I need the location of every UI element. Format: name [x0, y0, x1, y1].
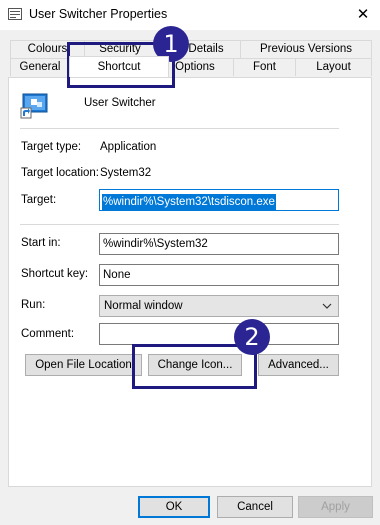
callout-box-2 — [132, 344, 257, 389]
tab-label: Details — [188, 43, 224, 55]
tab-layout[interactable]: Layout — [295, 58, 372, 76]
target-type-value: Application — [100, 141, 157, 153]
run-label: Run: — [21, 299, 46, 311]
open-file-location-button[interactable]: Open File Location — [25, 354, 142, 376]
shortcut-key-label: Shortcut key: — [21, 268, 89, 280]
target-value-selected: %windir%\System32\tsdiscon.exe — [102, 194, 276, 210]
target-location-value: System32 — [100, 167, 152, 179]
shortcut-name: User Switcher — [84, 97, 156, 109]
tab-label: Layout — [316, 61, 351, 73]
run-selected-value: Normal window — [104, 300, 183, 312]
properties-icon — [8, 8, 22, 20]
advanced-button[interactable]: Advanced... — [258, 354, 339, 376]
tab-label: Previous Versions — [259, 43, 353, 55]
callout-number-2: 2 — [234, 319, 270, 355]
tab-label: Options — [175, 61, 215, 73]
app-shortcut-icon — [20, 93, 48, 119]
tab-general[interactable]: General — [10, 58, 70, 76]
start-in-field[interactable]: %windir%\System32 — [99, 233, 339, 255]
comment-field[interactable] — [99, 323, 339, 345]
tab-previous-versions[interactable]: Previous Versions — [240, 40, 372, 58]
comment-label: Comment: — [21, 328, 75, 340]
divider — [20, 224, 339, 225]
tab-options[interactable]: Options — [168, 58, 234, 76]
target-field[interactable]: %windir%\System32\tsdiscon.exe — [99, 189, 339, 211]
target-location-label: Target location: — [21, 167, 99, 179]
tab-label: Shortcut — [97, 61, 141, 73]
close-icon[interactable]: ✕ — [352, 4, 374, 26]
target-label: Target: — [21, 194, 57, 206]
ok-button[interactable]: OK — [138, 496, 210, 518]
tab-label: Font — [252, 61, 276, 73]
tab-label: General — [19, 61, 61, 73]
apply-button[interactable]: Apply — [298, 496, 373, 518]
start-in-label: Start in: — [21, 237, 61, 249]
shortcut-key-field[interactable]: None — [99, 264, 339, 286]
cancel-button[interactable]: Cancel — [217, 496, 293, 518]
divider — [20, 128, 339, 129]
tab-font[interactable]: Font — [233, 58, 296, 76]
window-title: User Switcher Properties — [29, 7, 168, 21]
chevron-down-icon — [322, 303, 332, 309]
run-dropdown[interactable]: Normal window — [99, 295, 339, 317]
tab-label: Colours — [27, 43, 68, 55]
target-type-label: Target type: — [21, 141, 82, 153]
tab-shortcut[interactable]: Shortcut — [69, 56, 169, 77]
title-bar: User Switcher Properties ✕ — [0, 0, 380, 30]
